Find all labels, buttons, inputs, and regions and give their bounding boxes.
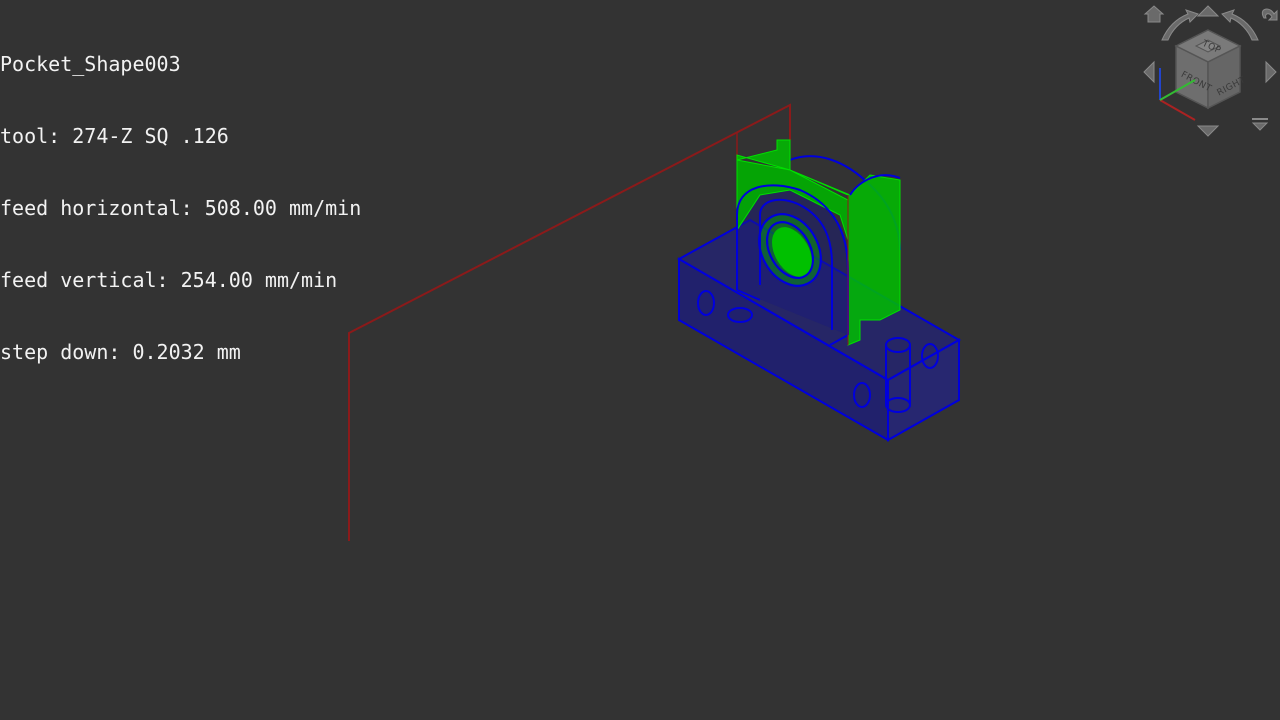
tool-info: tool: 274-Z SQ .126 [0,124,229,148]
arrow-up-icon[interactable] [1196,5,1220,17]
feed-horizontal-info: feed horizontal: 508.00 mm/min [0,196,362,220]
operation-name: Pocket_Shape003 [0,52,181,76]
home-icon[interactable] [1143,5,1165,23]
view-cube[interactable]: TOP FRONT RIGHT [1174,29,1247,110]
feed-vertical-info: feed vertical: 254.00 mm/min [0,268,338,292]
operation-info-overlay: Pocket_Shape003 tool: 274-Z SQ .126 feed… [0,4,361,412]
rotate-left-arrow-icon[interactable] [1161,9,1199,41]
arrow-down-icon[interactable] [1196,125,1220,137]
step-down-info: step down: 0.2032 mm [0,340,241,364]
roll-icon[interactable] [1261,8,1278,21]
rotate-right-arrow-icon[interactable] [1221,9,1259,41]
arrow-right-icon[interactable] [1265,60,1277,84]
navigation-cube[interactable]: TOP FRONT RIGHT [1140,0,1280,140]
navcube-menu-icon[interactable] [1251,118,1269,131]
3d-viewport[interactable]: Pocket_Shape003 tool: 274-Z SQ .126 feed… [0,0,1280,720]
arrow-left-icon[interactable] [1143,60,1155,84]
